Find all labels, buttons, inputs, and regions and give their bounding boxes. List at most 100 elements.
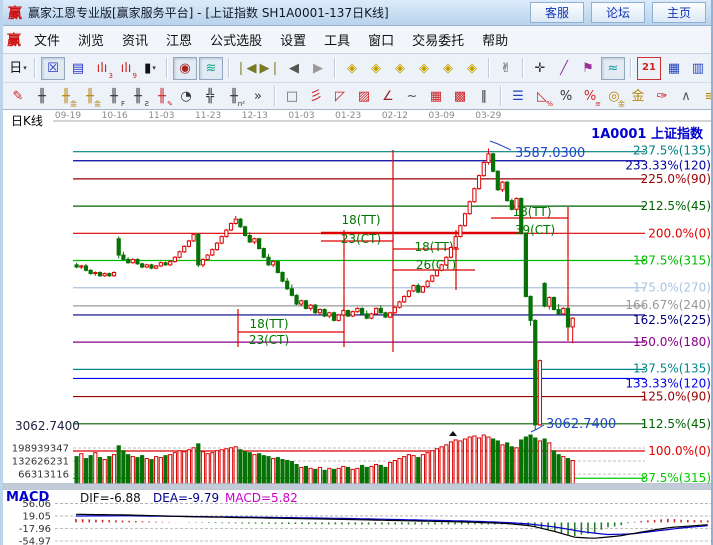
wave-band-tool-icon[interactable]: ≈	[601, 57, 625, 80]
gann-fan-box-icon[interactable]: ◸	[329, 86, 351, 107]
gann-diamond-right-icon[interactable]: ◈	[461, 58, 483, 79]
info-note-icon[interactable]: ▤	[67, 58, 89, 79]
colored-kline-icon[interactable]: ≋	[199, 57, 223, 80]
calculator-tool-icon[interactable]: ▦	[663, 58, 685, 79]
bars-9-icon[interactable]: ılı9	[115, 58, 137, 79]
ruler-tool-icon[interactable]: ☰	[507, 86, 529, 107]
gold-horizontals-icon[interactable]: ≡	[699, 86, 713, 107]
toolbar-separator	[488, 58, 490, 78]
candle-style-icon[interactable]: ▮▾	[139, 58, 161, 79]
svg-text:23(CT): 23(CT)	[341, 232, 381, 246]
menu-item[interactable]: 窗口	[359, 27, 403, 52]
menu-item[interactable]: 交易委托	[403, 27, 473, 52]
titlebar-button-1[interactable]: 客服	[530, 2, 584, 23]
channel-tool-icon[interactable]: ∧	[675, 86, 697, 107]
gann-clock-icon[interactable]: ◔	[175, 86, 197, 107]
goto-first-icon[interactable]: ❘◀	[235, 58, 257, 79]
app-window: 赢 赢家江恩专业版[赢家服务平台] - [上证指数 SH1A0001-137日K…	[0, 0, 713, 545]
svg-text:132626231: 132626231	[12, 457, 69, 468]
svg-text:02-12: 02-12	[382, 111, 408, 121]
gann-grid-gold-b-icon[interactable]: ╫金	[79, 86, 101, 107]
svg-text:162.5%(225): 162.5%(225)	[633, 313, 711, 327]
gann-fan-icon[interactable]: 彡	[305, 86, 327, 107]
svg-text:3062.7400: 3062.7400	[546, 417, 616, 432]
toolbar-separator	[522, 58, 524, 78]
gann-grid-dense-icon[interactable]: ╬	[199, 86, 221, 107]
menu-item[interactable]: 浏览	[69, 27, 113, 52]
svg-text:01-23: 01-23	[335, 111, 361, 121]
toolbar-separator	[34, 58, 36, 78]
hatch-box-icon[interactable]: ▨	[353, 86, 375, 107]
window-frame-tool-icon[interactable]: □	[281, 86, 303, 107]
toolbar-separator	[500, 86, 502, 106]
gann-grid-gold-a-icon[interactable]: ╫金	[55, 86, 77, 107]
more-tools-icon[interactable]: »	[247, 86, 269, 107]
menu-item[interactable]: 帮助	[473, 27, 517, 52]
macd-indicator-name[interactable]: MACD	[6, 490, 49, 505]
gold-lines-icon[interactable]: 金	[627, 86, 649, 107]
gann-diamond-hmove-icon[interactable]: ◈	[341, 58, 363, 79]
parallel-lines-icon[interactable]: ∥	[473, 86, 495, 107]
red-grid-axis-icon[interactable]: ▩	[449, 86, 471, 107]
gann-grid-brush-icon[interactable]: ╫✎	[151, 86, 173, 107]
svg-text:3587.0300: 3587.0300	[515, 146, 585, 161]
svg-text:233.33%(120): 233.33%(120)	[625, 159, 711, 173]
candle-brush-icon[interactable]: ✑	[651, 86, 673, 107]
trendline-tool-icon[interactable]: ╱	[553, 58, 575, 79]
menu-item[interactable]: 工具	[315, 27, 359, 52]
percent-lines-icon[interactable]: %≡	[579, 86, 601, 107]
svg-text:225.0%(90): 225.0%(90)	[641, 172, 711, 186]
titlebar-buttons: 客服论坛主页	[530, 2, 706, 23]
percent-triangle-icon[interactable]: ◺%	[531, 86, 553, 107]
macd-hist-value: MACD=5.82	[225, 491, 298, 505]
titlebar-button-2[interactable]: 论坛	[591, 2, 645, 23]
gann-diamond-expand-icon[interactable]: ◈	[413, 58, 435, 79]
page-next-icon[interactable]: ▶	[307, 58, 329, 79]
gold-circle-icon[interactable]: ◎金	[603, 86, 625, 107]
period-selector-icon[interactable]: 日▾	[7, 58, 29, 79]
gann-wheel-icon[interactable]: ◉	[173, 57, 197, 80]
bars-3-icon[interactable]: ılı3	[91, 58, 113, 79]
zigzag-tool-icon[interactable]: ~	[401, 86, 423, 107]
report-tool-icon[interactable]: ▥	[687, 58, 709, 79]
menu-item[interactable]: 设置	[271, 27, 315, 52]
gann-grid-n2-icon[interactable]: ╫n²	[223, 86, 245, 107]
toolbar-separator	[228, 58, 230, 78]
calendar-tool-icon[interactable]: 21	[637, 57, 661, 80]
svg-text:11-03: 11-03	[148, 111, 174, 121]
menu-item[interactable]: 江恩	[157, 27, 201, 52]
angle-tool-icon[interactable]: ∠	[377, 86, 399, 107]
gann-grid-f-icon[interactable]: ╫F	[103, 86, 125, 107]
svg-text:11-23: 11-23	[195, 111, 221, 121]
svg-text:18(TT): 18(TT)	[249, 317, 288, 331]
percent-tool-icon[interactable]: %	[555, 86, 577, 107]
svg-text:18(TT): 18(TT)	[414, 240, 453, 254]
menu-item[interactable]: 公式选股	[201, 27, 271, 52]
flag-tool-icon[interactable]: ⚑	[577, 58, 599, 79]
goto-last-icon[interactable]: ▶❘	[259, 58, 281, 79]
menu-item[interactable]: 资讯	[113, 27, 157, 52]
svg-text:01-03: 01-03	[288, 111, 314, 121]
menu-item[interactable]: 文件	[25, 27, 69, 52]
titlebar-button-3[interactable]: 主页	[652, 2, 706, 23]
svg-text:-54.97: -54.97	[19, 536, 51, 545]
gann-diamond-vmove-icon[interactable]: ◈	[365, 58, 387, 79]
svg-text:12-13: 12-13	[242, 111, 268, 121]
gann-diamond-left-icon[interactable]: ◈	[437, 58, 459, 79]
hand-tool-icon[interactable]: ✌	[495, 58, 517, 79]
gann-grid-coil-icon[interactable]: ╫Ƨ	[127, 86, 149, 107]
menubar: 赢 文件浏览资讯江恩公式选股设置工具窗口交易委托帮助	[3, 26, 711, 54]
svg-text:166.67%(240): 166.67%(240)	[625, 298, 711, 312]
svg-text:10-16: 10-16	[102, 111, 128, 121]
overlay-chart-icon[interactable]: ☒	[41, 57, 65, 80]
draw-brush-icon[interactable]: ✎	[7, 86, 29, 107]
crosshair-tool-icon[interactable]: ✛	[529, 58, 551, 79]
svg-text:150.0%(180): 150.0%(180)	[633, 335, 711, 349]
kline-chart-canvas[interactable]: 09-1910-1611-0311-2312-1301-0301-2302-12…	[3, 110, 713, 545]
svg-text:23(CT): 23(CT)	[249, 333, 289, 347]
red-grid-icon[interactable]: ▦	[425, 86, 447, 107]
svg-text:125.0%(90): 125.0%(90)	[641, 390, 711, 404]
gann-grid-icon[interactable]: ╫	[31, 86, 53, 107]
page-prev-icon[interactable]: ◀	[283, 58, 305, 79]
gann-diamond-zoom-icon[interactable]: ◈	[389, 58, 411, 79]
